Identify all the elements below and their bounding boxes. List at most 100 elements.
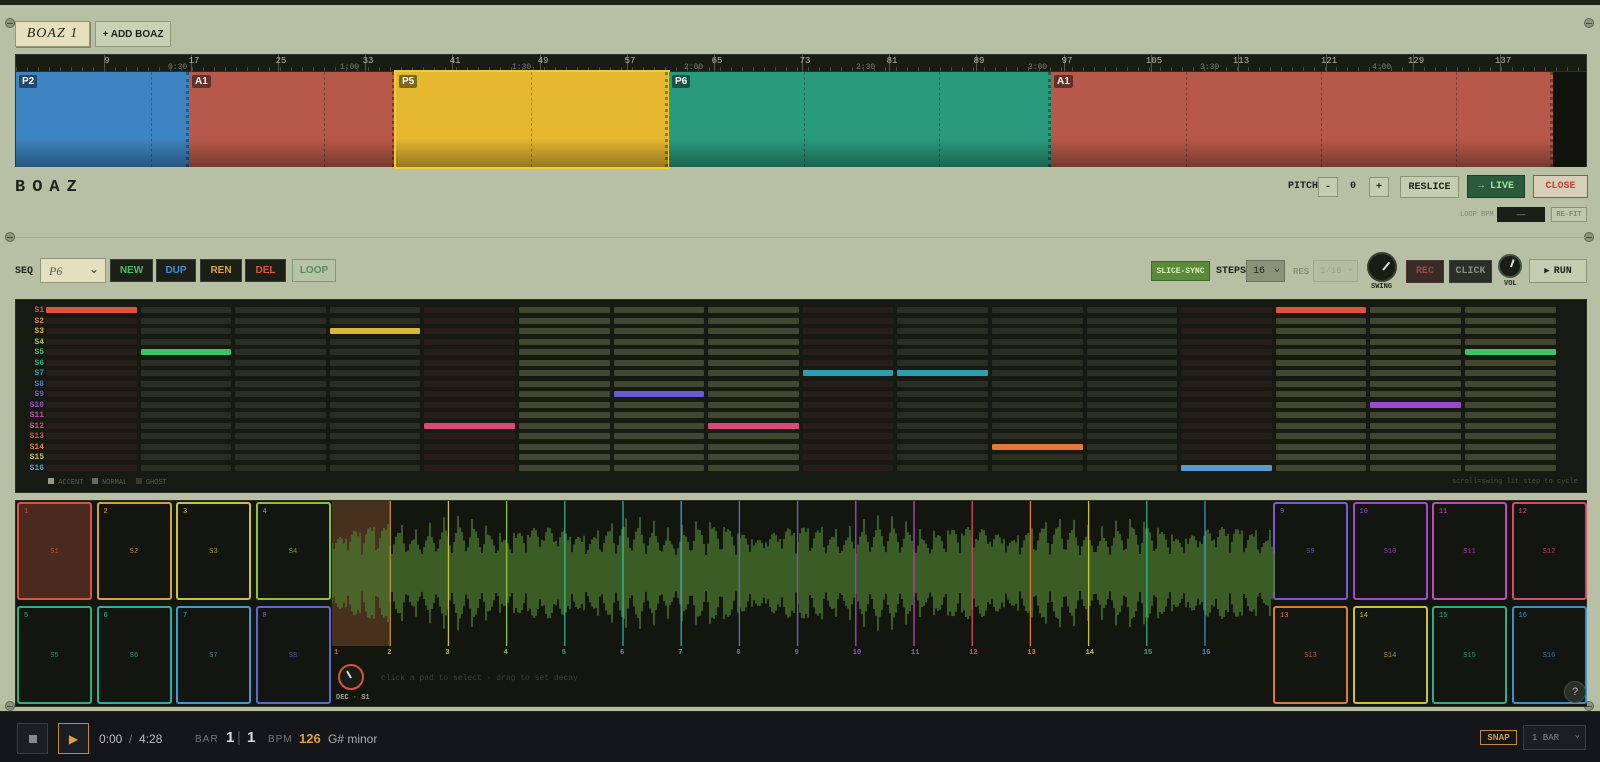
step-cell[interactable] [424,422,515,429]
step-cell[interactable] [802,328,894,334]
arrangement-block[interactable]: P5 [394,70,670,169]
step-cell[interactable] [140,464,232,471]
step-cell[interactable] [235,359,326,366]
step-cell[interactable] [1370,328,1461,334]
step-cell[interactable] [1370,391,1461,397]
step-cell[interactable] [140,317,232,324]
step-cell[interactable] [992,380,1083,387]
stop-button[interactable] [17,723,48,754]
step-cell[interactable] [1086,328,1178,334]
step-cell[interactable] [424,464,515,471]
step-cell[interactable] [708,317,799,324]
step-cell[interactable] [46,443,137,450]
pad-11[interactable]: 11 S11 [1432,502,1507,600]
seq-dup-button[interactable]: DUP [156,259,196,282]
step-cell[interactable] [1370,317,1461,324]
step-cell[interactable] [519,359,610,366]
pad-4[interactable]: 4 S4 [255,502,331,600]
step-cell[interactable] [897,454,988,460]
step-cell[interactable] [1465,359,1556,366]
step-cell[interactable] [329,380,421,387]
step-cell[interactable] [519,380,610,387]
step-cell[interactable] [992,359,1083,366]
step-cell[interactable] [1086,464,1178,471]
seq-new-button[interactable]: NEW [110,259,153,282]
step-cell[interactable] [613,328,705,334]
step-cell[interactable] [235,433,326,439]
arrangement-block[interactable]: P6 [669,72,1051,167]
step-cell[interactable] [1086,454,1178,460]
step-cell[interactable] [708,359,799,366]
step-cell[interactable] [1465,412,1556,418]
pitch-down-button[interactable]: - [1318,177,1338,197]
step-cell[interactable] [1181,370,1272,376]
step-cell[interactable] [897,391,988,397]
step-cell[interactable] [1181,359,1272,366]
step-cell[interactable] [708,349,799,355]
step-cell[interactable] [1465,380,1556,387]
step-cell[interactable] [46,338,137,345]
step-cell[interactable] [329,464,421,471]
step-cell[interactable] [1275,464,1367,471]
step-cell[interactable] [329,359,421,366]
step-cell[interactable] [329,349,421,355]
step-cell[interactable] [1086,338,1178,345]
step-cell[interactable] [140,307,232,313]
timeline-ruler[interactable]: 9 17 25 33 41 49 57 65 73 81 89 97 105 113 121 129 137 0:… [16,55,1586,72]
step-cell[interactable] [708,391,799,397]
swing-knob[interactable] [1367,252,1397,282]
step-cell[interactable] [1465,464,1556,471]
step-cell[interactable] [992,338,1083,345]
step-cell[interactable] [1275,380,1367,387]
step-cell[interactable] [519,328,610,334]
pad-10[interactable]: 10 S10 [1352,502,1428,600]
vol-knob[interactable] [1498,254,1522,278]
step-cell[interactable] [708,401,799,408]
step-cell[interactable] [1275,338,1367,345]
step-cell[interactable] [235,391,326,397]
pad-1[interactable]: 1 S1 [17,502,92,600]
step-cell[interactable] [519,338,610,345]
step-cell[interactable] [1465,328,1556,334]
step-cell[interactable] [613,307,705,313]
step-cell[interactable] [613,380,705,387]
step-cell[interactable] [1275,443,1367,450]
live-button[interactable]: → LIVE [1467,175,1525,198]
step-cell[interactable] [235,401,326,408]
snap-toggle[interactable]: SNAP [1480,730,1517,745]
step-cell[interactable] [140,443,232,450]
step-cell[interactable] [1086,359,1178,366]
step-cell[interactable] [235,422,326,429]
step-cell[interactable] [708,412,799,418]
step-cell[interactable] [140,412,232,418]
step-cell[interactable] [897,338,988,345]
step-cell[interactable] [992,412,1083,418]
step-cell[interactable] [329,401,421,408]
step-cell[interactable] [235,338,326,345]
step-cell[interactable] [235,349,326,355]
step-cell[interactable] [1465,401,1556,408]
step-cell[interactable] [1086,380,1178,387]
step-cell[interactable] [897,370,988,376]
step-cell[interactable] [46,317,137,324]
step-cell[interactable] [1181,338,1272,345]
step-cell[interactable] [1275,349,1367,355]
step-cell[interactable] [1465,317,1556,324]
loop-bpm-input[interactable]: — [1497,207,1545,222]
step-cell[interactable] [424,349,515,355]
step-cell[interactable] [519,412,610,418]
step-cell[interactable] [613,422,705,429]
arrangement-block[interactable]: A1 [1051,72,1553,167]
step-cell[interactable] [1465,338,1556,345]
step-cell[interactable] [992,391,1083,397]
step-cell[interactable] [897,307,988,313]
step-cell[interactable] [1370,349,1461,355]
step-cell[interactable] [1181,422,1272,429]
step-cell[interactable] [802,370,894,376]
step-cell[interactable] [235,370,326,376]
step-cell[interactable] [329,422,421,429]
step-cell[interactable] [802,359,894,366]
grid-size-select[interactable]: 1 BAR ⌄ [1523,725,1586,750]
step-cell[interactable] [613,359,705,366]
step-cell[interactable] [897,328,988,334]
